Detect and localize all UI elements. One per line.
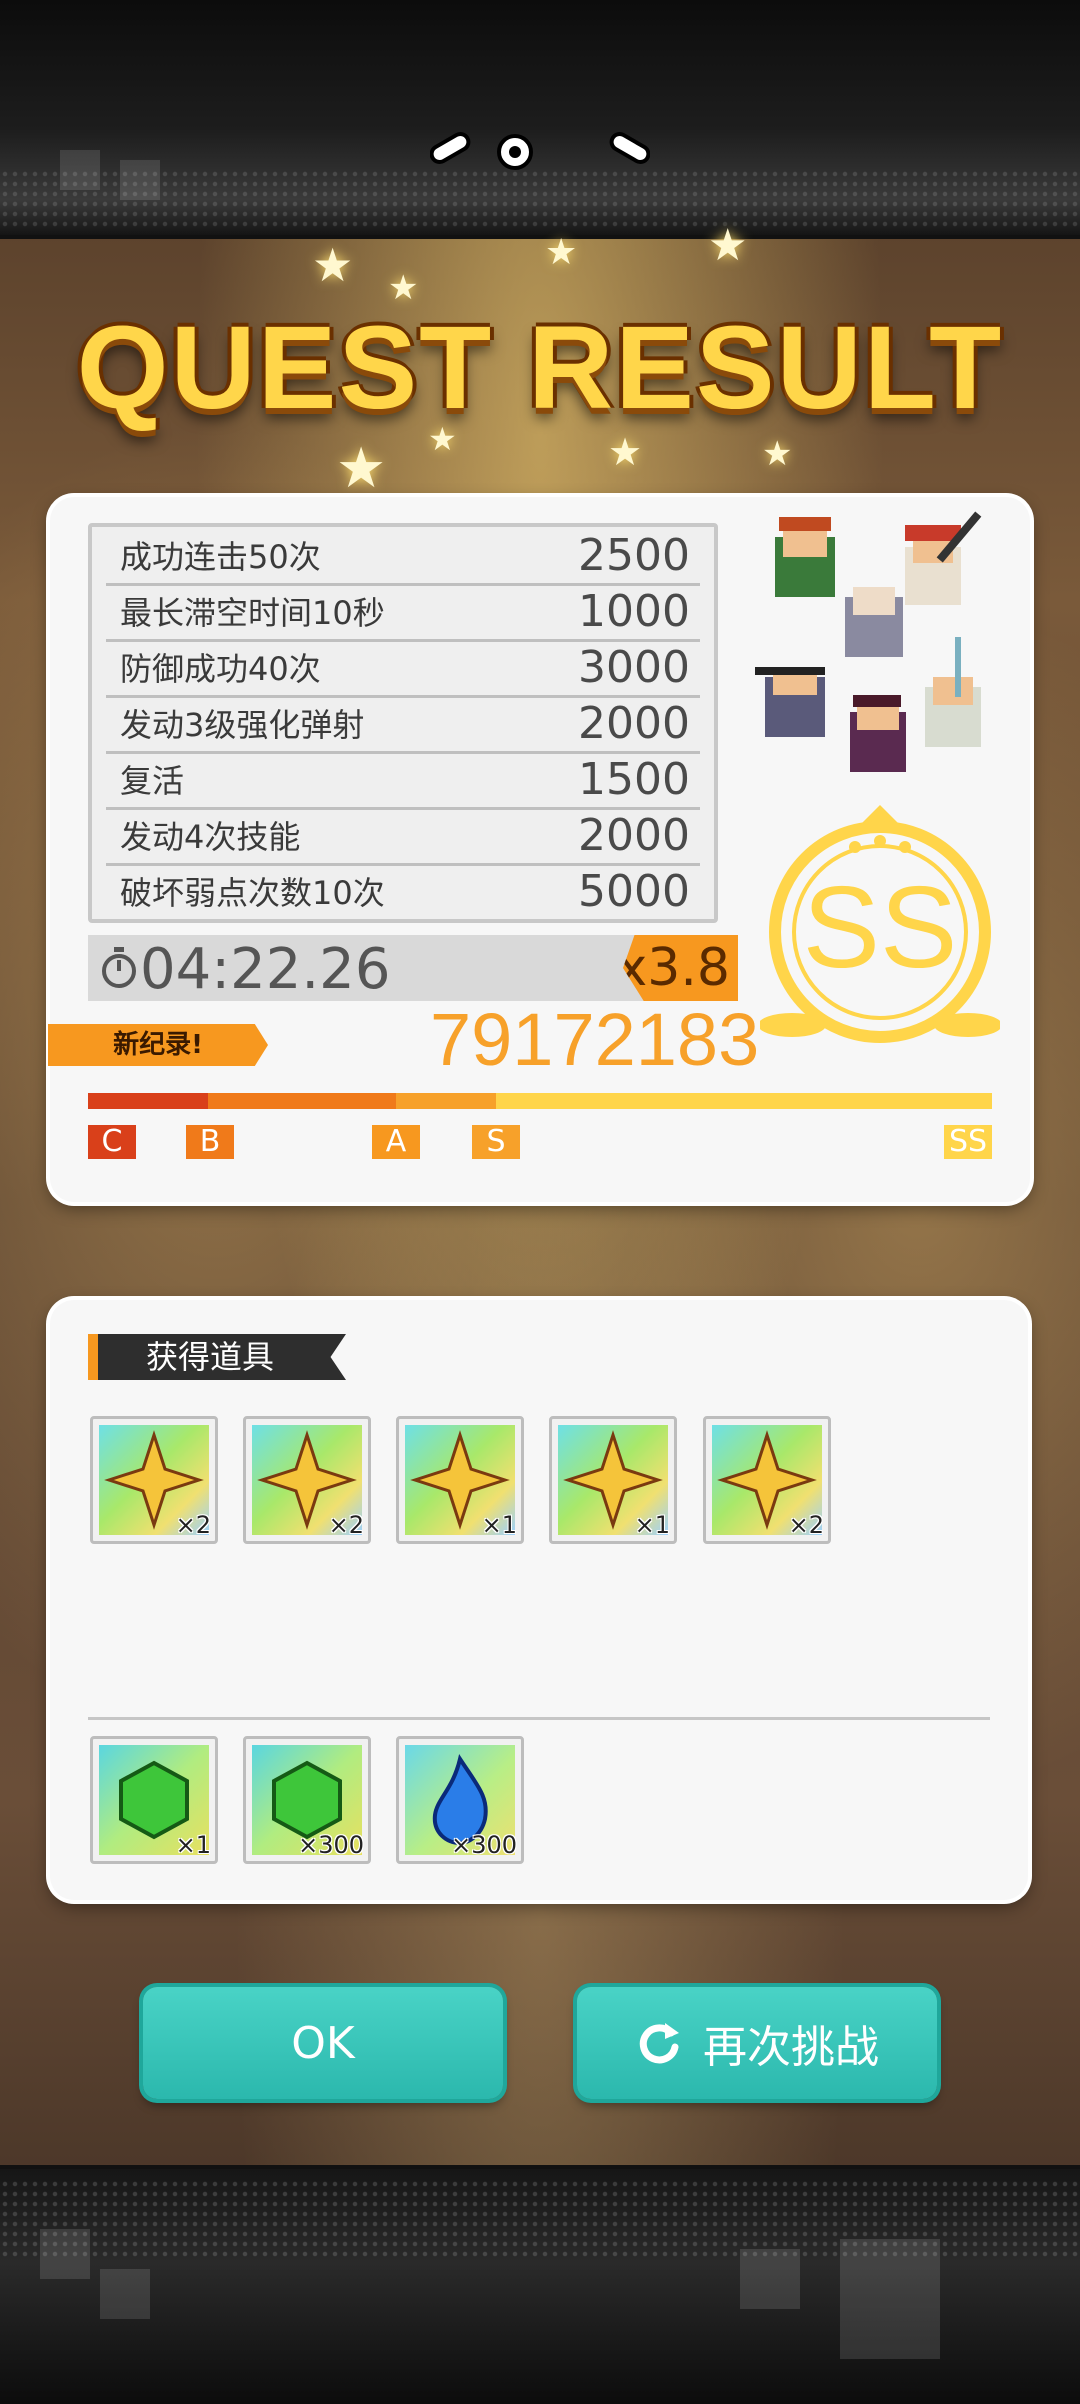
- score-multiplier: x3.8: [623, 935, 738, 1001]
- bonus-label: 发动4次技能: [120, 818, 301, 856]
- item-count: ×2: [328, 1511, 364, 1539]
- bonus-row: 防御成功40次 3000: [106, 639, 700, 698]
- item-slot[interactable]: ×1: [90, 1736, 218, 1864]
- bonus-value: 3000: [578, 641, 690, 693]
- item-slot[interactable]: ×1: [396, 1416, 524, 1544]
- bonus-value: 1500: [578, 753, 690, 805]
- bonus-row: 复活 1500: [106, 751, 700, 810]
- character-sprite: [925, 637, 981, 747]
- bonus-value: 2500: [578, 529, 690, 581]
- items-divider: [88, 1717, 990, 1720]
- item-slot[interactable]: ×2: [703, 1416, 831, 1544]
- ok-button-label: OK: [291, 2017, 355, 2069]
- ok-button[interactable]: OK: [143, 1987, 503, 2099]
- rank-segment-c: [88, 1093, 208, 1109]
- item-slot[interactable]: ×2: [90, 1416, 218, 1544]
- item-slot[interactable]: ×2: [243, 1416, 371, 1544]
- bonus-label: 防御成功40次: [120, 650, 321, 688]
- bonus-label: 发动3级强化弹射: [120, 706, 365, 744]
- stopwatch-icon: [102, 947, 136, 988]
- rank-progress-bar: [88, 1093, 992, 1109]
- logo-emblem-icon: [430, 132, 650, 170]
- retry-icon: [639, 2023, 679, 2064]
- items-header: 获得道具: [88, 1334, 346, 1380]
- bottom-bar: [0, 2165, 1080, 2404]
- items-panel: 获得道具 ×2 ×2 ×1 ×1 ×2 ×1 ×300 ×300: [50, 1300, 1028, 1900]
- total-score: 79172183: [430, 998, 760, 1081]
- item-slot[interactable]: ×300: [243, 1736, 371, 1864]
- rank-segment-s: [496, 1093, 992, 1109]
- party-characters: [755, 511, 982, 772]
- rank-marker-ss: SS: [944, 1125, 992, 1159]
- item-count: ×1: [175, 1831, 211, 1859]
- bonus-label: 复活: [120, 762, 185, 800]
- character-sprite: [755, 667, 825, 737]
- rank-marker-c: C: [88, 1125, 136, 1159]
- item-count: ×1: [481, 1511, 517, 1539]
- star-sparkle: ★: [312, 238, 354, 292]
- bonus-value: 2000: [578, 809, 690, 861]
- item-slot[interactable]: ×300: [396, 1736, 524, 1864]
- bonus-row: 发动4次技能 2000: [106, 807, 700, 866]
- new-record-badge: 新纪录!: [48, 1024, 268, 1066]
- retry-button-label: 再次挑战: [703, 2022, 879, 2073]
- character-sprite: [775, 517, 835, 597]
- rank-segment-b: [208, 1093, 396, 1109]
- character-sprite: [850, 695, 906, 772]
- clear-time-bar: 04:22.26 x3.8: [88, 935, 738, 1002]
- star-sparkle: ★: [336, 436, 387, 501]
- star-sparkle: ★: [708, 220, 748, 271]
- retry-button[interactable]: 再次挑战: [577, 1987, 937, 2099]
- rank-marker-b: B: [186, 1125, 234, 1159]
- star-sparkle: ★: [608, 430, 643, 474]
- bonus-row: 最长滞空时间10秒 1000: [106, 583, 700, 642]
- rank-segment-a: [396, 1093, 496, 1109]
- item-count: ×300: [451, 1831, 517, 1859]
- top-bar: [0, 0, 1080, 239]
- checker-tile: [740, 2249, 800, 2309]
- bonus-label: 破坏弱点次数10次: [120, 874, 385, 912]
- bonus-row: 成功连击50次 2500: [106, 527, 700, 586]
- quest-result-title: QUEST RESULT: [76, 302, 1004, 434]
- checker-tile: [120, 160, 160, 200]
- checker-tile: [100, 2269, 150, 2319]
- item-count: ×2: [788, 1511, 824, 1539]
- rank-marker-s: S: [472, 1125, 520, 1159]
- item-count: ×1: [634, 1511, 670, 1539]
- star-sparkle: ★: [545, 232, 578, 273]
- bonus-row: 发动3级强化弹射 2000: [106, 695, 700, 754]
- star-sparkle: ★: [762, 434, 793, 474]
- character-sprite: [905, 511, 982, 605]
- bonus-label: 最长滞空时间10秒: [120, 594, 385, 632]
- bonus-label: 成功连击50次: [120, 538, 321, 576]
- bonus-table: 成功连击50次 2500 最长滞空时间10秒 1000 防御成功40次 3000…: [88, 523, 718, 923]
- game-logo: [430, 110, 650, 220]
- rank-emblem: SS: [760, 805, 1000, 1043]
- result-panel: 成功连击50次 2500 最长滞空时间10秒 1000 防御成功40次 3000…: [48, 497, 1030, 1202]
- bonus-row: 破坏弱点次数10次 5000: [106, 863, 700, 919]
- bonus-value: 5000: [578, 865, 690, 917]
- checker-tile: [60, 150, 100, 190]
- rank-text: SS: [803, 862, 958, 992]
- character-sprite: [845, 587, 903, 657]
- item-count: ×2: [175, 1511, 211, 1539]
- bonus-value: 2000: [578, 697, 690, 749]
- item-slot[interactable]: ×1: [549, 1416, 677, 1544]
- checker-tile: [840, 2239, 940, 2359]
- clear-time: 04:22.26: [140, 937, 391, 1002]
- bonus-value: 1000: [578, 585, 690, 637]
- item-count: ×300: [298, 1831, 364, 1859]
- rank-marker-a: A: [372, 1125, 420, 1159]
- checker-tile: [40, 2229, 90, 2279]
